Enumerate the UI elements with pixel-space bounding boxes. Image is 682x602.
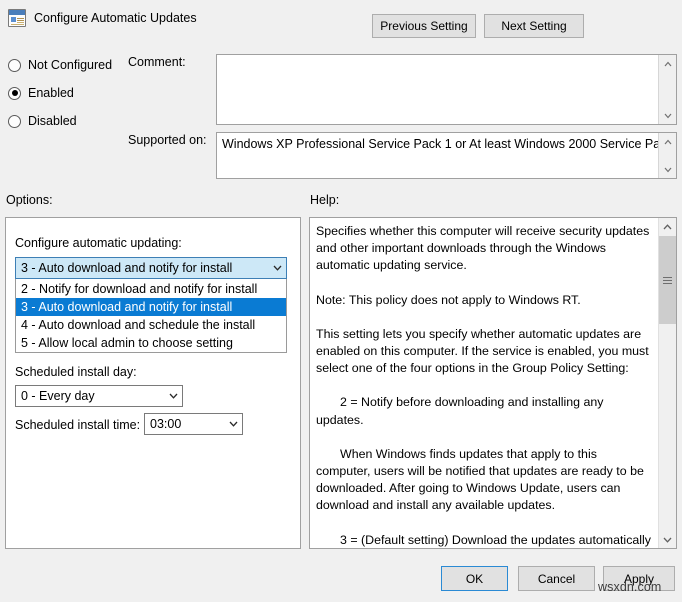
scheduled-install-time-combobox[interactable]: 03:00	[144, 413, 243, 435]
scroll-up-icon[interactable]	[659, 55, 676, 72]
supported-on-value: Windows XP Professional Service Pack 1 o…	[222, 137, 658, 151]
scheduled-install-time-label: Scheduled install time:	[15, 418, 141, 432]
page-title: Configure Automatic Updates	[34, 11, 197, 25]
scrollbar-grip-icon	[663, 276, 672, 284]
scroll-up-icon[interactable]	[659, 218, 676, 235]
radio-not-configured-label: Not Configured	[28, 58, 113, 72]
configure-automatic-updating-dropdown-list[interactable]: 2 - Notify for download and notify for i…	[15, 279, 287, 353]
scheduled-install-day-value: 0 - Every day	[21, 389, 95, 403]
help-paragraph: Note: This policy does not apply to Wind…	[316, 292, 581, 307]
supported-on-label: Supported on:	[128, 133, 207, 147]
scroll-down-icon[interactable]	[659, 531, 676, 548]
comment-textarea[interactable]	[216, 54, 677, 125]
cancel-button[interactable]: Cancel	[518, 566, 595, 591]
comment-label: Comment:	[128, 55, 186, 69]
help-paragraph: When Windows finds updates that apply to…	[316, 446, 644, 513]
radio-not-configured-indicator[interactable]	[8, 58, 21, 72]
chevron-down-icon[interactable]	[225, 421, 242, 427]
scheduled-install-time-value: 03:00	[150, 417, 182, 431]
configure-automatic-updating-label: Configure automatic updating:	[15, 236, 182, 250]
radio-not-configured[interactable]: Not Configured	[8, 58, 112, 72]
options-panel: Configure automatic updating: 3 - Auto d…	[5, 217, 301, 549]
configure-automatic-updates-dialog: Configure Automatic Updates Previous Set…	[0, 0, 682, 602]
ok-button[interactable]: OK	[441, 566, 508, 591]
dropdown-option[interactable]: 4 - Auto download and schedule the insta…	[16, 316, 286, 334]
help-section-label: Help:	[310, 193, 340, 207]
configure-automatic-updating-combobox[interactable]: 3 - Auto download and notify for install	[15, 257, 287, 279]
scroll-down-icon[interactable]	[659, 161, 676, 178]
policy-setting-icon	[8, 9, 26, 27]
previous-setting-button[interactable]: Previous Setting	[372, 14, 476, 38]
comment-value[interactable]	[217, 55, 658, 124]
help-paragraph: Specifies whether this computer will rec…	[316, 224, 650, 273]
scheduled-install-day-combobox[interactable]: 0 - Every day	[15, 385, 183, 407]
help-panel: Specifies whether this computer will rec…	[309, 217, 677, 549]
radio-enabled-indicator[interactable]	[8, 86, 21, 100]
supported-on-scrollbar[interactable]	[658, 133, 676, 178]
help-scrollbar[interactable]	[658, 218, 676, 548]
dropdown-option[interactable]: 5 - Allow local admin to choose setting	[16, 334, 286, 352]
watermark: wsxdn.com	[598, 580, 662, 594]
radio-disabled-label: Disabled	[28, 114, 77, 128]
help-paragraph: 3 = (Default setting) Download the updat…	[340, 532, 651, 547]
help-text-body: Specifies whether this computer will rec…	[310, 218, 658, 548]
dialog-title-row: Configure Automatic Updates	[8, 9, 197, 27]
help-scrollbar-thumb[interactable]	[659, 236, 676, 324]
scroll-up-icon[interactable]	[659, 133, 676, 150]
chevron-down-icon[interactable]	[165, 393, 182, 399]
configure-automatic-updating-value: 3 - Auto download and notify for install	[21, 261, 233, 275]
comment-scrollbar[interactable]	[658, 55, 676, 124]
help-paragraph: This setting lets you specify whether au…	[316, 326, 649, 376]
chevron-down-icon[interactable]	[269, 265, 286, 271]
radio-enabled[interactable]: Enabled	[8, 86, 74, 100]
help-paragraph: 2 = Notify before downloading and instal…	[316, 395, 604, 427]
radio-disabled[interactable]: Disabled	[8, 114, 77, 128]
scheduled-install-day-label: Scheduled install day:	[15, 365, 137, 379]
supported-on-textarea[interactable]: Windows XP Professional Service Pack 1 o…	[216, 132, 677, 179]
radio-enabled-label: Enabled	[28, 86, 74, 100]
options-section-label: Options:	[6, 193, 53, 207]
scroll-down-icon[interactable]	[659, 107, 676, 124]
radio-disabled-indicator[interactable]	[8, 114, 21, 128]
dropdown-option-selected[interactable]: 3 - Auto download and notify for install	[16, 298, 286, 316]
dropdown-option[interactable]: 2 - Notify for download and notify for i…	[16, 280, 286, 298]
next-setting-button[interactable]: Next Setting	[484, 14, 584, 38]
